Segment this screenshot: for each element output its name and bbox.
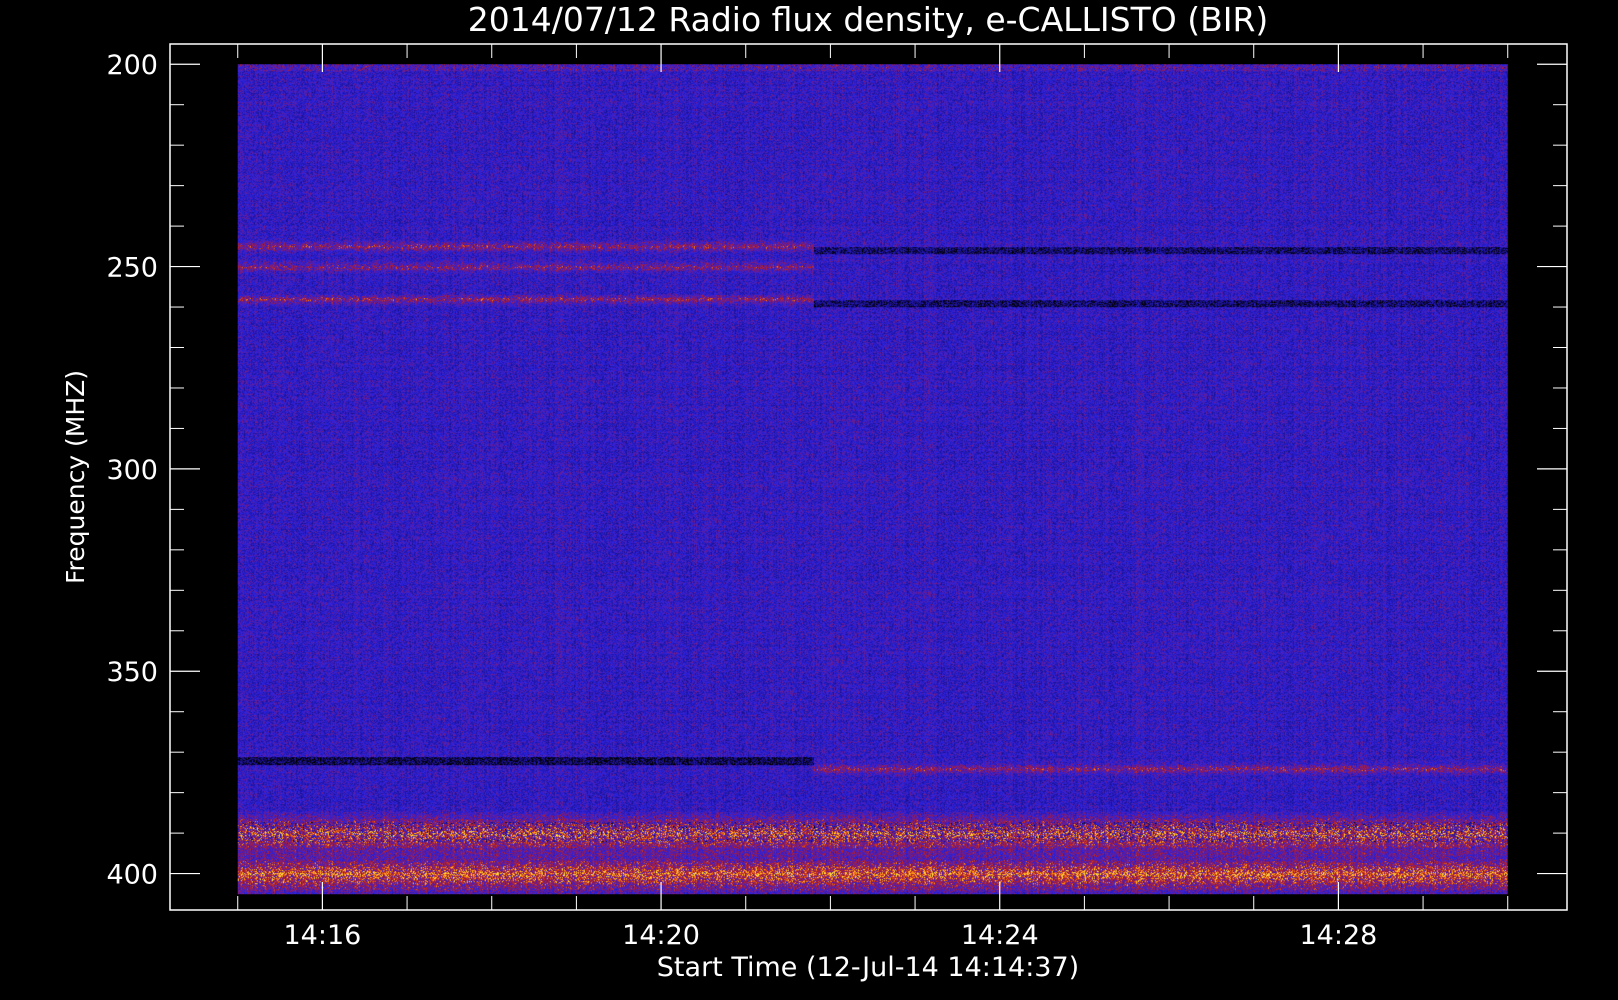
- x-tick-label: 14:20: [622, 920, 700, 951]
- y-tick-label: 250: [106, 253, 158, 284]
- x-axis-label: Start Time (12-Jul-14 14:14:37): [657, 952, 1079, 983]
- y-tick-label: 350: [106, 657, 158, 688]
- y-tick-label: 300: [106, 455, 158, 486]
- y-tick-label: 200: [106, 50, 158, 81]
- chart-title: 2014/07/12 Radio flux density, e-CALLIST…: [468, 0, 1269, 39]
- y-axis-label: Frequency (MHZ): [61, 370, 90, 584]
- x-tick-label: 14:28: [1299, 920, 1377, 951]
- x-tick-label: 14:24: [961, 920, 1039, 951]
- heatmap-area: [237, 64, 1508, 895]
- y-tick-label: 400: [106, 860, 158, 891]
- spectrogram-chart: 200 250 300 350 400 14:16 14:20 14:24 14:28 2014…: [0, 0, 1618, 1000]
- spectrogram-image: [237, 64, 1508, 895]
- x-tick-label: 14:16: [283, 920, 361, 951]
